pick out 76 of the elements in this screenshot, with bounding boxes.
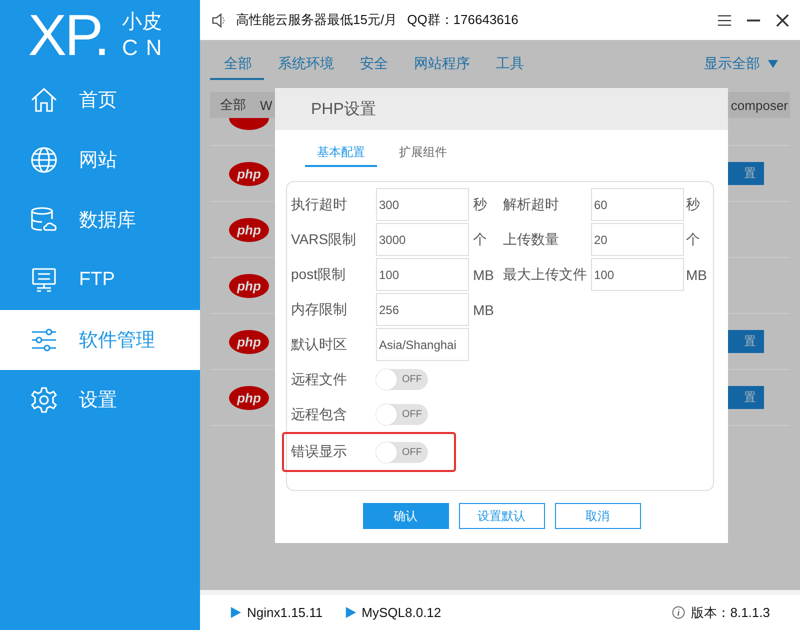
category-tab[interactable]: 网站程序	[400, 55, 482, 80]
unit-label: MB	[472, 266, 495, 282]
info-icon	[672, 606, 686, 619]
column-header: 全部	[220, 96, 246, 114]
column-header: composer	[730, 98, 788, 112]
menu-icon[interactable]	[717, 12, 732, 28]
sliders-icon	[30, 326, 58, 354]
field-label: VARS限制	[291, 230, 358, 248]
input-field[interactable]: 256	[376, 293, 469, 326]
caret-icon	[768, 59, 778, 69]
version-text: 版本：8.1.1.3	[691, 604, 770, 622]
unit-label: MB	[472, 302, 495, 318]
field-label: 错误显示	[291, 443, 348, 461]
notice-text: 高性能云服务器最低15元/月	[236, 11, 398, 29]
logo-name: 小皮	[122, 10, 164, 34]
qq-group-text: QQ群：176643616	[407, 11, 518, 29]
column-header: W	[260, 98, 272, 112]
toggle-switch[interactable]: OFF	[376, 442, 428, 462]
php-logo: php	[229, 274, 269, 298]
show-all-dropdown[interactable]: 显示全部	[704, 55, 760, 80]
globe-icon	[30, 146, 58, 174]
close-icon[interactable]	[775, 12, 790, 28]
sidebar-item[interactable]: 网站	[0, 130, 200, 190]
toggle-switch[interactable]: OFF	[376, 369, 428, 390]
logo-domain: CN	[122, 34, 170, 62]
php-logo: php	[229, 330, 269, 354]
database-icon	[30, 206, 58, 234]
unit-label: 个	[685, 230, 701, 248]
logo-mark: XP.	[28, 7, 108, 65]
sidebar-item[interactable]: 数据库	[0, 190, 200, 250]
category-tab[interactable]: 工具	[482, 55, 536, 80]
service-label: MySQL8.0.12	[362, 605, 442, 620]
sidebar-item[interactable]: 设置	[0, 370, 200, 430]
field-label: 解析超时	[503, 196, 560, 214]
home-icon	[30, 86, 58, 114]
input-field[interactable]: 100	[376, 258, 469, 291]
dialog-button[interactable]: 取消	[554, 503, 640, 529]
input-field[interactable]: 3000	[376, 223, 469, 256]
input-field[interactable]: 100	[591, 258, 684, 291]
category-tab[interactable]: 安全	[346, 55, 400, 80]
field-label: 远程文件	[291, 370, 348, 388]
input-field[interactable]: 300	[376, 188, 469, 221]
category-tab[interactable]: 系统环境	[264, 55, 346, 80]
toggle-switch[interactable]: OFF	[376, 404, 428, 425]
unit-label: 秒	[685, 196, 701, 214]
field-label: post限制	[291, 266, 346, 284]
dialog-button[interactable]: 设置默认	[458, 503, 544, 529]
monitor-icon	[30, 266, 58, 294]
unit-label: 个	[472, 230, 488, 248]
php-logo: php	[229, 386, 269, 410]
php-logo: php	[229, 162, 269, 186]
category-tab[interactable]: 全部	[210, 55, 264, 80]
play-icon[interactable]	[230, 607, 241, 618]
php-logo	[229, 118, 269, 130]
sidebar-item[interactable]: 首页	[0, 70, 200, 130]
field-label: 最大上传文件	[503, 266, 588, 284]
dialog-title: PHP设置	[311, 100, 376, 120]
settings-icon	[30, 386, 58, 414]
dialog-tab[interactable]: 扩展组件	[387, 142, 459, 167]
php-logo: php	[229, 218, 269, 242]
sidebar-item[interactable]: FTP	[0, 250, 200, 310]
service-label: Nginx1.15.11	[247, 605, 323, 620]
unit-label: 秒	[472, 196, 488, 214]
dialog-tab[interactable]: 基本配置	[305, 142, 377, 167]
field-label: 上传数量	[503, 230, 560, 248]
unit-label: MB	[685, 266, 708, 282]
dialog-button[interactable]: 确认	[362, 503, 448, 529]
input-field[interactable]: 20	[591, 223, 684, 256]
field-label: 默认时区	[291, 336, 348, 354]
field-label: 远程包含	[291, 406, 348, 424]
play-icon[interactable]	[344, 607, 356, 618]
field-label: 执行超时	[291, 196, 348, 214]
field-label: 内存限制	[291, 300, 348, 318]
input-field[interactable]: 60	[591, 188, 684, 221]
sidebar-item[interactable]: 软件管理	[0, 310, 200, 370]
input-field[interactable]: Asia/Shanghai	[376, 328, 469, 361]
